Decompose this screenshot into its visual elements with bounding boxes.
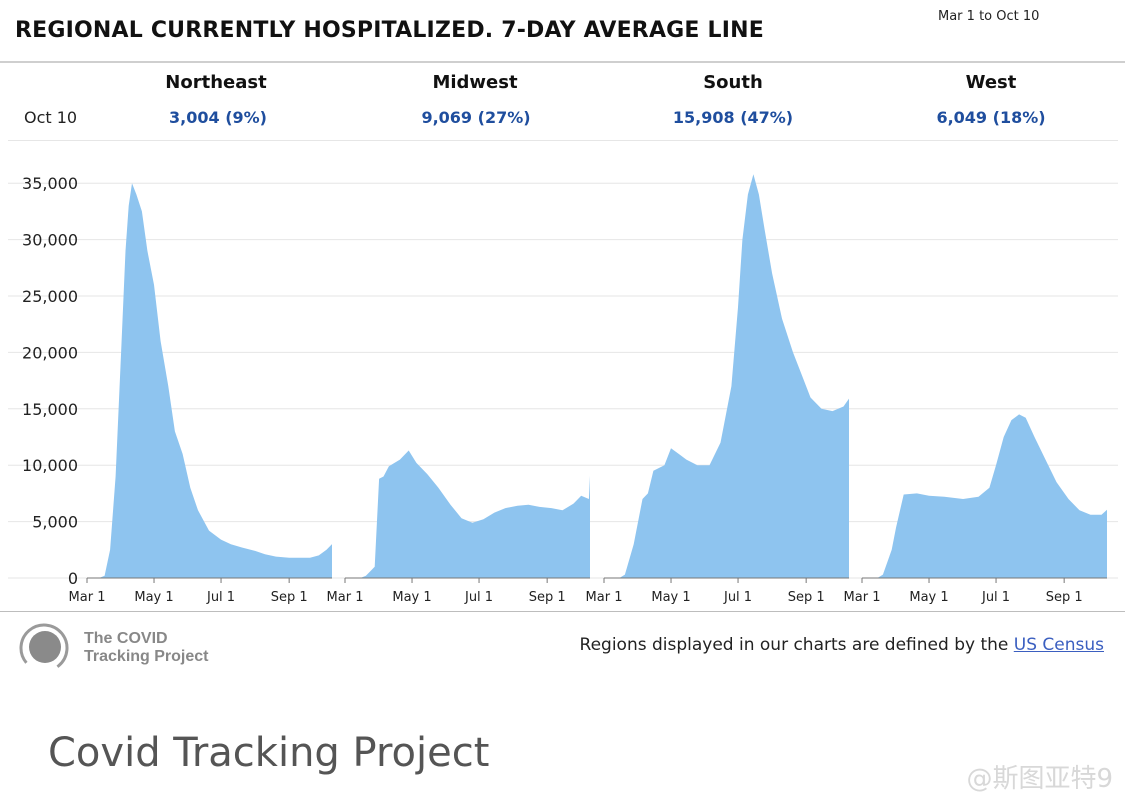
logo-mark-icon xyxy=(19,623,69,673)
x-tick-label: Sep 1 xyxy=(788,590,825,605)
x-tick-label: Sep 1 xyxy=(529,590,566,605)
x-tick-label: Mar 1 xyxy=(844,590,881,605)
census-note-text: Regions displayed in our charts are defi… xyxy=(579,635,1014,655)
area-series-northeast xyxy=(87,183,332,578)
x-tick-label: Jul 1 xyxy=(981,590,1010,605)
y-tick-label: 15,000 xyxy=(22,400,78,419)
x-tick-label: May 1 xyxy=(909,590,948,605)
x-tick-label: Jul 1 xyxy=(206,590,235,605)
x-tick-label: Mar 1 xyxy=(69,590,106,605)
x-tick-label: May 1 xyxy=(134,590,173,605)
logo-text-line1: The COVID xyxy=(84,630,168,647)
y-tick-label: 0 xyxy=(68,569,78,588)
x-tick-label: Sep 1 xyxy=(271,590,308,605)
y-tick-label: 25,000 xyxy=(22,287,78,306)
y-tick-label: 35,000 xyxy=(22,174,78,193)
hospitalized-area-chart: 0 5,000 10,000 15,000 20,000 25,000 30,000 35,0… xyxy=(8,174,1118,605)
y-tick-label: 10,000 xyxy=(22,456,78,475)
x-tick-label: Jul 1 xyxy=(723,590,752,605)
census-note: Regions displayed in our charts are defi… xyxy=(580,635,1104,655)
area-series-south xyxy=(604,174,849,578)
footer-divider xyxy=(0,611,1125,612)
x-tick-label: May 1 xyxy=(392,590,431,605)
y-tick-label: 5,000 xyxy=(32,513,78,532)
x-tick-label: Mar 1 xyxy=(327,590,364,605)
x-tick-label: Mar 1 xyxy=(586,590,623,605)
logo-text-line2: Tracking Project xyxy=(84,648,209,665)
y-tick-label: 30,000 xyxy=(22,231,78,250)
x-tick-label: Sep 1 xyxy=(1046,590,1083,605)
image-caption: Covid Tracking Project xyxy=(48,730,490,776)
x-tick-label: Jul 1 xyxy=(464,590,493,605)
watermark-text: @斯图亚特9 xyxy=(966,764,1113,794)
us-census-link[interactable]: US Census xyxy=(1014,635,1104,655)
y-tick-label: 20,000 xyxy=(22,343,78,362)
area-series-midwest xyxy=(345,450,590,578)
x-tick-label: May 1 xyxy=(651,590,690,605)
covid-tracking-logo: The COVID Tracking Project xyxy=(16,620,216,674)
area-series-west xyxy=(862,414,1107,578)
